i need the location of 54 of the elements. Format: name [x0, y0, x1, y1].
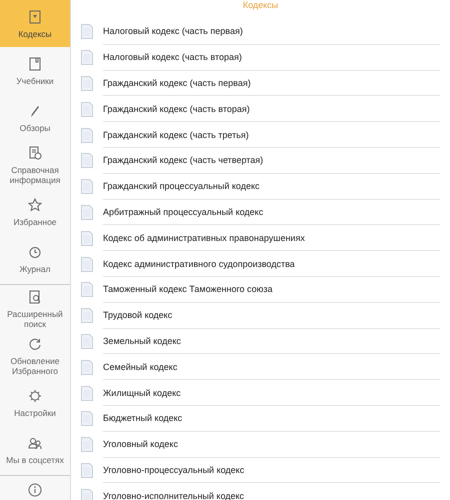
- document-icon: [81, 308, 93, 324]
- document-icon: [81, 102, 93, 117]
- document-item[interactable]: Бюджетный кодекс: [103, 406, 440, 432]
- document-icon: [81, 411, 93, 426]
- document-item[interactable]: Уголовно-процессуальный кодекс: [103, 458, 440, 484]
- sidebar-item[interactable]: Обновление Избранного: [0, 332, 70, 379]
- document-item[interactable]: Трудовой кодекс: [103, 302, 440, 329]
- document-item[interactable]: Гражданский кодекс (часть четвертая): [103, 148, 440, 174]
- codex-icon: [27, 8, 43, 24]
- document-icon: [81, 256, 93, 272]
- sidebar-item[interactable]: Расширенный поиск: [0, 285, 70, 332]
- sidebar-item[interactable]: Журнал: [0, 235, 70, 282]
- document-icon: [81, 204, 93, 220]
- document-item[interactable]: Уголовный кодекс: [103, 432, 440, 458]
- document-icon: [81, 334, 93, 349]
- document-icon: [81, 153, 93, 168]
- sidebar-item[interactable]: Мы в соцсетях: [0, 426, 70, 473]
- document-icon: [81, 437, 93, 452]
- star-icon: [27, 196, 43, 212]
- document-item[interactable]: Жилищный кодекс: [103, 380, 440, 406]
- document-icon: [81, 50, 93, 66]
- sidebar-item[interactable]: Обзоры: [0, 94, 70, 141]
- document-icon: [81, 386, 93, 401]
- document-item[interactable]: Налоговый кодекс (часть вторая): [103, 44, 440, 71]
- document-icon: [81, 24, 93, 40]
- document-item[interactable]: Кодекс административного судопроизводства: [103, 251, 440, 277]
- sidebar-item[interactable]: Настройки: [0, 379, 70, 426]
- document-item[interactable]: Гражданский процессуальный кодекс: [103, 174, 440, 200]
- document-item[interactable]: Арбитражный процессуальный кодекс: [103, 200, 440, 226]
- info-icon: [27, 482, 43, 498]
- document-item[interactable]: Гражданский кодекс (часть третья): [103, 122, 440, 148]
- search-document-icon: [27, 288, 43, 304]
- sidebar-item[interactable]: Избранное: [0, 188, 70, 235]
- document-item[interactable]: Гражданский кодекс (часть вторая): [103, 96, 440, 122]
- document-icon: [81, 128, 93, 143]
- document-item[interactable]: Гражданский кодекс (часть первая): [103, 70, 440, 96]
- document-icon: [81, 230, 93, 246]
- document-item[interactable]: Земельный кодекс: [103, 328, 440, 354]
- page-title: Кодексы: [242, 0, 278, 10]
- document-item[interactable]: Налоговый кодекс (часть первая): [103, 19, 440, 45]
- document-item[interactable]: Кодекс об административных правонарушениях: [103, 225, 440, 252]
- sidebar-item[interactable]: Кодексы: [0, 0, 70, 47]
- document-icon: [81, 462, 93, 478]
- document-icon: [81, 488, 93, 500]
- document-item[interactable]: Семейный кодекс: [103, 354, 440, 380]
- document-icon: [81, 282, 93, 298]
- document-icon: [81, 360, 93, 375]
- sidebar-item[interactable]: Учебники: [0, 47, 70, 94]
- document-item[interactable]: Таможенный кодекс Таможенного союза: [103, 276, 440, 303]
- settings-icon: [27, 388, 43, 404]
- document-icon: [81, 179, 93, 194]
- book-icon: [27, 56, 43, 72]
- sidebar-item[interactable]: Справочная информация: [0, 141, 70, 188]
- document-icon: [81, 76, 93, 91]
